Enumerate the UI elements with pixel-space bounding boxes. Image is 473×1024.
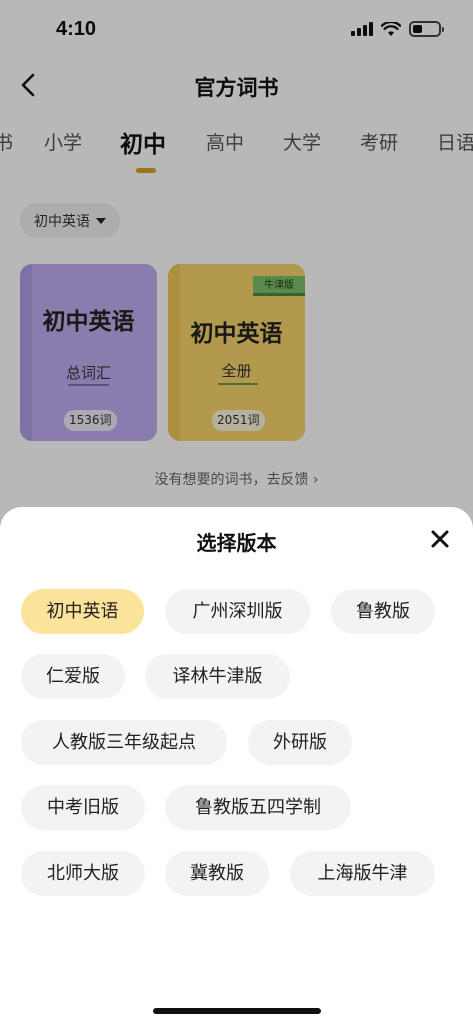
version-option[interactable]: 人教版三年级起点 <box>21 720 227 765</box>
version-option[interactable]: 北师大版 <box>21 851 145 896</box>
version-picker-sheet: 选择版本 初中英语 广州深圳版 鲁教版 仁爱版 译林牛津版 人教版三年级起点 外… <box>0 507 473 1024</box>
version-option[interactable]: 外研版 <box>248 720 352 765</box>
version-option[interactable]: 中考旧版 <box>21 785 145 830</box>
version-option[interactable]: 冀教版 <box>165 851 269 896</box>
close-icon[interactable] <box>427 526 453 552</box>
version-option[interactable]: 广州深圳版 <box>165 589 310 634</box>
version-option[interactable]: 仁爱版 <box>21 654 125 699</box>
sheet-title: 选择版本 <box>196 531 277 555</box>
version-option[interactable]: 译林牛津版 <box>145 654 290 699</box>
home-indicator <box>153 1008 321 1014</box>
version-option[interactable]: 上海版牛津 <box>290 851 435 896</box>
version-option-selected[interactable]: 初中英语 <box>21 589 144 634</box>
version-option[interactable]: 鲁教版五四学制 <box>165 785 351 830</box>
version-option[interactable]: 鲁教版 <box>331 589 435 634</box>
